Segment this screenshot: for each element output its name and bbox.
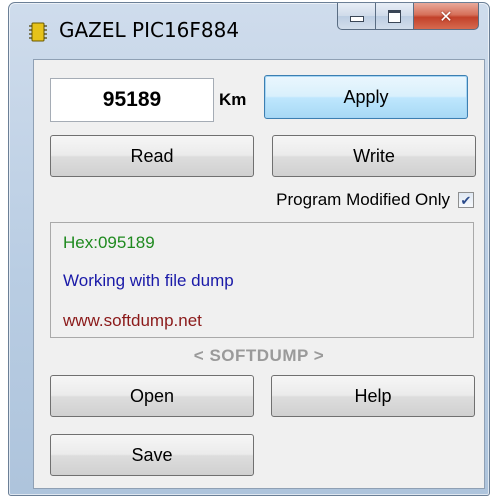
app-window: GAZEL PIC16F884 ✕ 95189 Km Apply Read Wr…	[8, 2, 490, 496]
caption-buttons: ✕	[337, 3, 479, 31]
client-area: 95189 Km Apply Read Write Program Modifi…	[33, 59, 485, 489]
mileage-unit-label: Km	[219, 90, 247, 109]
title-bar[interactable]: GAZEL PIC16F884 ✕	[9, 3, 489, 59]
maximize-button[interactable]	[375, 3, 413, 30]
minimize-icon	[349, 16, 364, 22]
open-button[interactable]: Open	[50, 375, 254, 417]
hex-value: Hex:095189	[63, 233, 155, 252]
read-button[interactable]: Read	[50, 135, 254, 177]
chip-icon	[29, 22, 47, 42]
close-icon: ✕	[439, 6, 453, 26]
write-button[interactable]: Write	[272, 135, 476, 177]
brand-label: < SOFTDUMP >	[193, 346, 325, 365]
website-link[interactable]: www.softdump.net	[63, 311, 202, 331]
status-text: Working with file dump	[63, 271, 234, 290]
save-button[interactable]: Save	[50, 434, 254, 476]
program-modified-only-checkbox[interactable]: ✔	[458, 192, 474, 208]
program-modified-only-label: Program Modified Only	[276, 190, 450, 209]
mileage-input[interactable]: 95189	[50, 78, 214, 122]
info-panel: Hex:095189 Working with file dump www.so…	[50, 222, 474, 338]
close-button[interactable]: ✕	[413, 3, 479, 30]
program-modified-only-option[interactable]: Program Modified Only ✔	[276, 190, 474, 210]
maximize-icon	[388, 9, 401, 23]
window-title: GAZEL PIC16F884	[59, 18, 240, 42]
minimize-button[interactable]	[337, 3, 375, 30]
help-button[interactable]: Help	[271, 375, 475, 417]
apply-button[interactable]: Apply	[264, 75, 468, 119]
